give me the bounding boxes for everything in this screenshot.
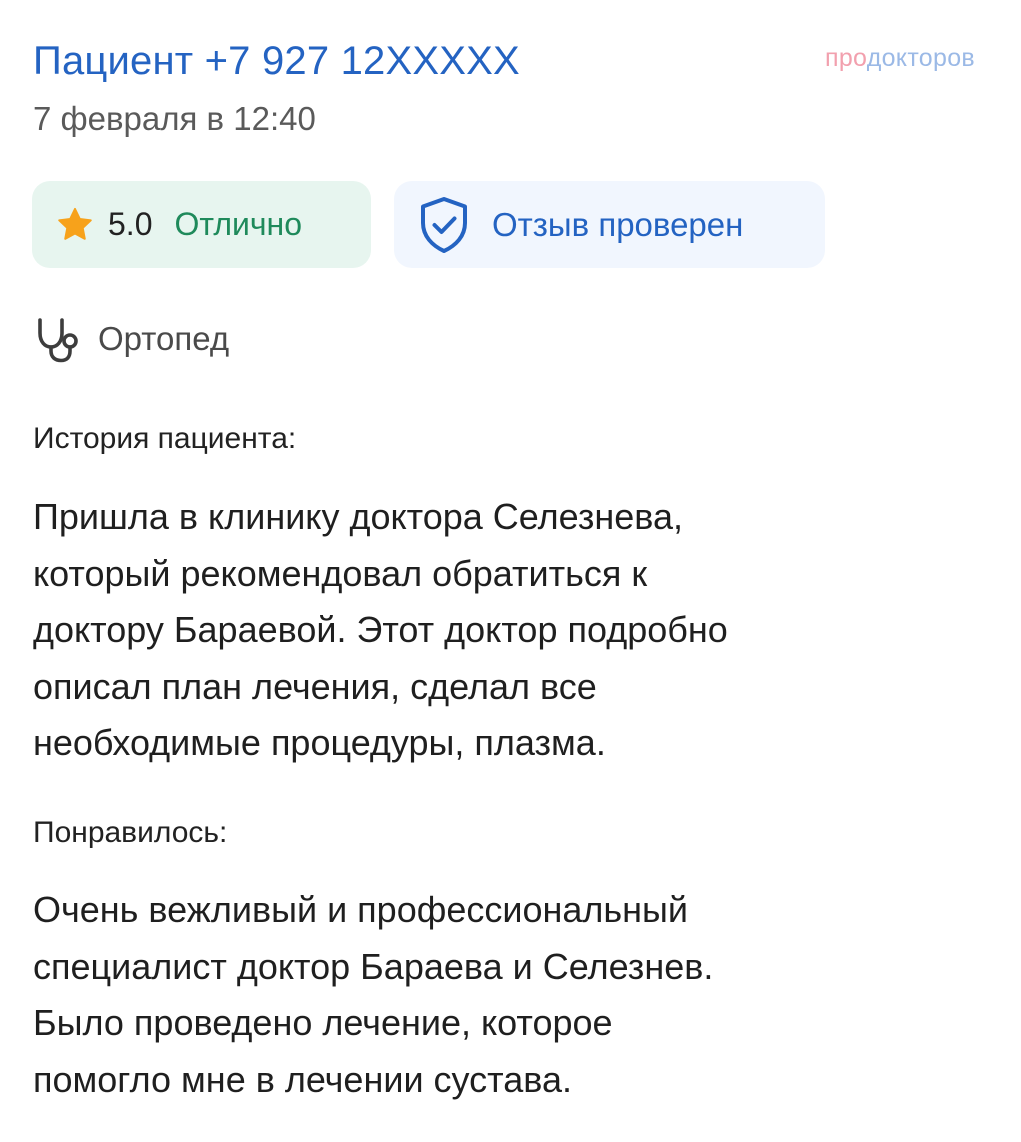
history-text: Пришла в клинику доктора Селезнева, кото… bbox=[33, 489, 993, 772]
stethoscope-icon bbox=[38, 318, 78, 363]
doctor-specialty: Ортопед bbox=[34, 314, 229, 364]
history-line: необходимые процедуры, плазма. bbox=[33, 722, 606, 763]
liked-title: Понравилось: bbox=[33, 816, 228, 849]
review-date: 7 февраля в 12:40 bbox=[33, 100, 316, 137]
history-line: Пришла в клинику доктора Селезнева, bbox=[33, 496, 684, 537]
history-title: История пациента: bbox=[33, 422, 297, 455]
star-icon bbox=[58, 207, 92, 240]
liked-line: Очень вежливый и профессиональный bbox=[33, 889, 689, 930]
specialty-label: Ортопед bbox=[98, 320, 230, 357]
history-line: описал план лечения, сделал все bbox=[33, 665, 597, 707]
liked-line: специалист доктор Бараева и Селезнев. bbox=[33, 945, 714, 987]
review-author-link[interactable]: Пациент +7 927 12XXXXX bbox=[33, 36, 520, 86]
liked-text: Очень вежливый и профессиональный специа… bbox=[33, 882, 993, 1108]
rating-badge: 5.0 Отлично bbox=[32, 181, 371, 268]
history-line: который рекомендовал обратиться к bbox=[33, 552, 648, 594]
review-card: Пациент +7 927 12XXXXX продокторов 7 фев… bbox=[0, 0, 1021, 1142]
prodoctorov-logo: продокторов bbox=[825, 43, 975, 73]
liked-line: Было проведено лечение, которое bbox=[33, 1002, 613, 1043]
brand-part-1: про bbox=[825, 44, 867, 72]
verified-badge[interactable]: Отзыв проверен bbox=[394, 181, 825, 268]
verified-label: Отзыв проверен bbox=[492, 205, 744, 243]
history-line: доктору Бараевой. Этот доктор подробно bbox=[33, 609, 728, 650]
brand-part-2: докторов bbox=[866, 44, 975, 72]
liked-line: помогло мне в лечении сустава. bbox=[33, 1058, 572, 1100]
rating-grade: Отлично bbox=[174, 206, 303, 242]
rating-score: 5.0 bbox=[108, 206, 153, 242]
shield-check-icon bbox=[421, 196, 467, 253]
